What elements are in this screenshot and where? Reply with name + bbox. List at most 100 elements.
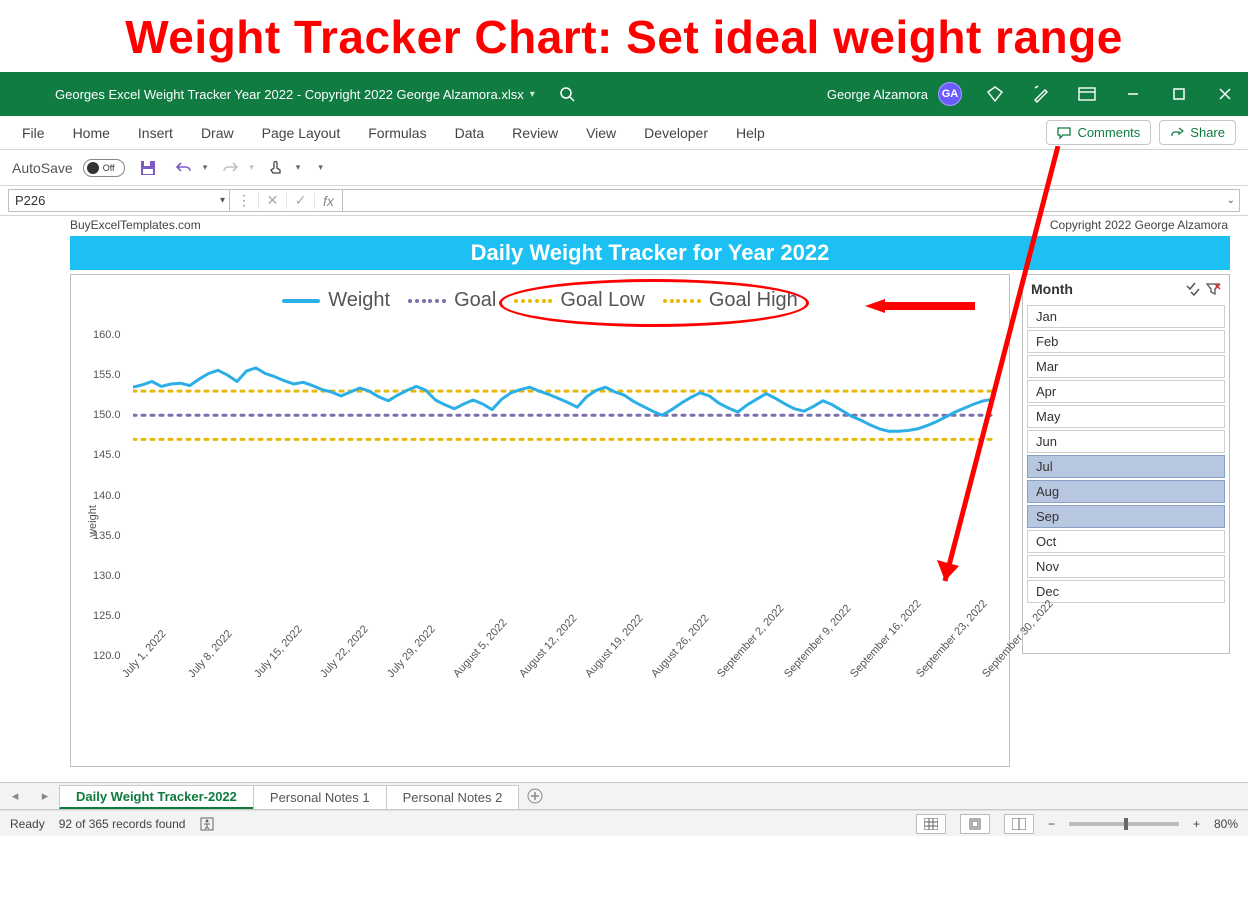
- ribbon-tab-view[interactable]: View: [572, 116, 630, 149]
- y-tick: 155.0: [93, 369, 121, 381]
- legend-goal: Goal: [408, 289, 496, 312]
- undo-button[interactable]: [171, 155, 197, 181]
- add-sheet-button[interactable]: [519, 783, 551, 809]
- multi-select-icon[interactable]: [1185, 282, 1201, 296]
- page-layout-view-button[interactable]: [960, 814, 990, 834]
- ribbon-tab-formulas[interactable]: Formulas: [354, 116, 440, 149]
- workspace: BuyExcelTemplates.com Copyright 2022 Geo…: [0, 216, 1248, 782]
- touch-mode-button[interactable]: [264, 155, 290, 181]
- chart-title-bar: Daily Weight Tracker for Year 2022: [70, 236, 1230, 270]
- undo-dropdown-icon[interactable]: ▾: [203, 162, 208, 173]
- autosave-label: AutoSave: [12, 160, 73, 176]
- minimize-icon: [1126, 87, 1140, 101]
- page-icon: [968, 818, 982, 830]
- ribbon-tab-developer[interactable]: Developer: [630, 116, 722, 149]
- slicer-item-aug[interactable]: Aug: [1027, 480, 1225, 503]
- maximize-icon: [1172, 87, 1186, 101]
- ribbon-tab-data[interactable]: Data: [441, 116, 499, 149]
- qat-customize-icon[interactable]: ▾: [318, 162, 323, 173]
- slicer-item-may[interactable]: May: [1027, 405, 1225, 428]
- fx-label[interactable]: fx: [314, 193, 342, 209]
- zoom-level[interactable]: 80%: [1214, 817, 1238, 831]
- slicer-item-jul[interactable]: Jul: [1027, 455, 1225, 478]
- name-box[interactable]: P226 ▾: [8, 189, 230, 212]
- slicer-item-oct[interactable]: Oct: [1027, 530, 1225, 553]
- ribbon-tab-insert[interactable]: Insert: [124, 116, 187, 149]
- zoom-out-button[interactable]: −: [1048, 817, 1055, 831]
- ribbon-mode-button[interactable]: [1064, 72, 1110, 116]
- legend-weight: Weight: [282, 289, 390, 312]
- zoom-slider[interactable]: [1069, 822, 1179, 826]
- y-tick: 120.0: [93, 650, 121, 662]
- pen-icon: [1032, 85, 1050, 103]
- quick-access-toolbar: AutoSave Off ▾ ▾ ▾ ▾: [0, 150, 1248, 186]
- normal-view-button[interactable]: [916, 814, 946, 834]
- maximize-button[interactable]: [1156, 72, 1202, 116]
- sheet-tab-2[interactable]: Personal Notes 2: [386, 785, 520, 809]
- slicer-item-jun[interactable]: Jun: [1027, 430, 1225, 453]
- user-avatar[interactable]: GA: [938, 82, 962, 106]
- filename-text: Georges Excel Weight Tracker Year 2022 -…: [55, 87, 524, 102]
- redo-dropdown-icon[interactable]: ▾: [249, 162, 254, 173]
- plus-icon: [527, 788, 543, 804]
- slicer-item-jan[interactable]: Jan: [1027, 305, 1225, 328]
- cancel-formula-button[interactable]: ✕: [258, 192, 286, 209]
- ribbon-tab-page-layout[interactable]: Page Layout: [248, 116, 355, 149]
- zoom-in-button[interactable]: +: [1193, 817, 1200, 831]
- legend-goal-low: Goal Low: [514, 289, 645, 312]
- close-icon: [1218, 87, 1232, 101]
- autosave-toggle[interactable]: Off: [83, 159, 125, 177]
- sheet-nav-next[interactable]: ▸: [30, 783, 60, 809]
- share-button[interactable]: Share: [1159, 120, 1236, 145]
- legend-weight-label: Weight: [328, 289, 390, 312]
- filename-area[interactable]: Georges Excel Weight Tracker Year 2022 -…: [55, 87, 535, 102]
- sheet-nav-prev[interactable]: ◂: [0, 783, 30, 809]
- slicer-item-sep[interactable]: Sep: [1027, 505, 1225, 528]
- ribbon-tab-help[interactable]: Help: [722, 116, 779, 149]
- status-bar: Ready 92 of 365 records found − + 80%: [0, 810, 1248, 836]
- clear-filter-icon[interactable]: [1205, 282, 1221, 296]
- slicer-item-nov[interactable]: Nov: [1027, 555, 1225, 578]
- ribbon-tab-file[interactable]: File: [8, 116, 59, 149]
- ribbon-tabs: FileHomeInsertDrawPage LayoutFormulasDat…: [0, 116, 1248, 150]
- slicer-item-dec[interactable]: Dec: [1027, 580, 1225, 603]
- filename-dropdown-icon[interactable]: ▾: [530, 89, 535, 100]
- pen-button[interactable]: [1018, 72, 1064, 116]
- chart-legend: Weight Goal Goal Low Goal High: [71, 275, 1009, 316]
- chart-svg: [133, 335, 993, 656]
- ribbon-tab-review[interactable]: Review: [498, 116, 572, 149]
- user-area[interactable]: George Alzamora GA: [827, 82, 962, 106]
- close-button[interactable]: [1202, 72, 1248, 116]
- break-icon: [1012, 818, 1026, 830]
- namebox-dropdown-icon[interactable]: ▾: [220, 195, 225, 206]
- ribbon-tab-home[interactable]: Home: [59, 116, 124, 149]
- page-break-view-button[interactable]: [1004, 814, 1034, 834]
- touch-icon: [268, 159, 286, 177]
- slicer-item-apr[interactable]: Apr: [1027, 380, 1225, 403]
- minimize-button[interactable]: [1110, 72, 1156, 116]
- share-label: Share: [1190, 125, 1225, 140]
- formula-expand-icon[interactable]: ⌄: [1227, 195, 1235, 206]
- month-slicer[interactable]: Month JanFebMarAprMayJunJulAugSepOctNovD…: [1022, 274, 1230, 654]
- status-ready: Ready: [10, 817, 45, 831]
- y-tick: 145.0: [93, 449, 121, 461]
- diamond-button[interactable]: [972, 72, 1018, 116]
- plot-area: [133, 335, 993, 656]
- legend-goal-high: Goal High: [663, 289, 798, 312]
- sheet-tab-0[interactable]: Daily Weight Tracker-2022: [59, 785, 254, 809]
- comments-button[interactable]: Comments: [1046, 120, 1151, 145]
- formula-bar-row: P226 ▾ ⋮ ✕ ✓ fx ⌄: [0, 186, 1248, 216]
- sheet-tab-1[interactable]: Personal Notes 1: [253, 785, 387, 809]
- search-button[interactable]: [553, 80, 581, 108]
- expand-formula-button[interactable]: ⋮: [230, 192, 258, 209]
- enter-formula-button[interactable]: ✓: [286, 192, 314, 209]
- redo-button[interactable]: [217, 155, 243, 181]
- accessibility-icon[interactable]: [199, 816, 215, 832]
- slicer-item-mar[interactable]: Mar: [1027, 355, 1225, 378]
- chart-area[interactable]: Weight Goal Goal Low Goal High weight: [70, 274, 1010, 767]
- ribbon-tab-draw[interactable]: Draw: [187, 116, 248, 149]
- formula-bar[interactable]: ⌄: [343, 189, 1240, 212]
- save-button[interactable]: [135, 155, 161, 181]
- slicer-item-feb[interactable]: Feb: [1027, 330, 1225, 353]
- touch-dropdown-icon[interactable]: ▾: [296, 162, 301, 173]
